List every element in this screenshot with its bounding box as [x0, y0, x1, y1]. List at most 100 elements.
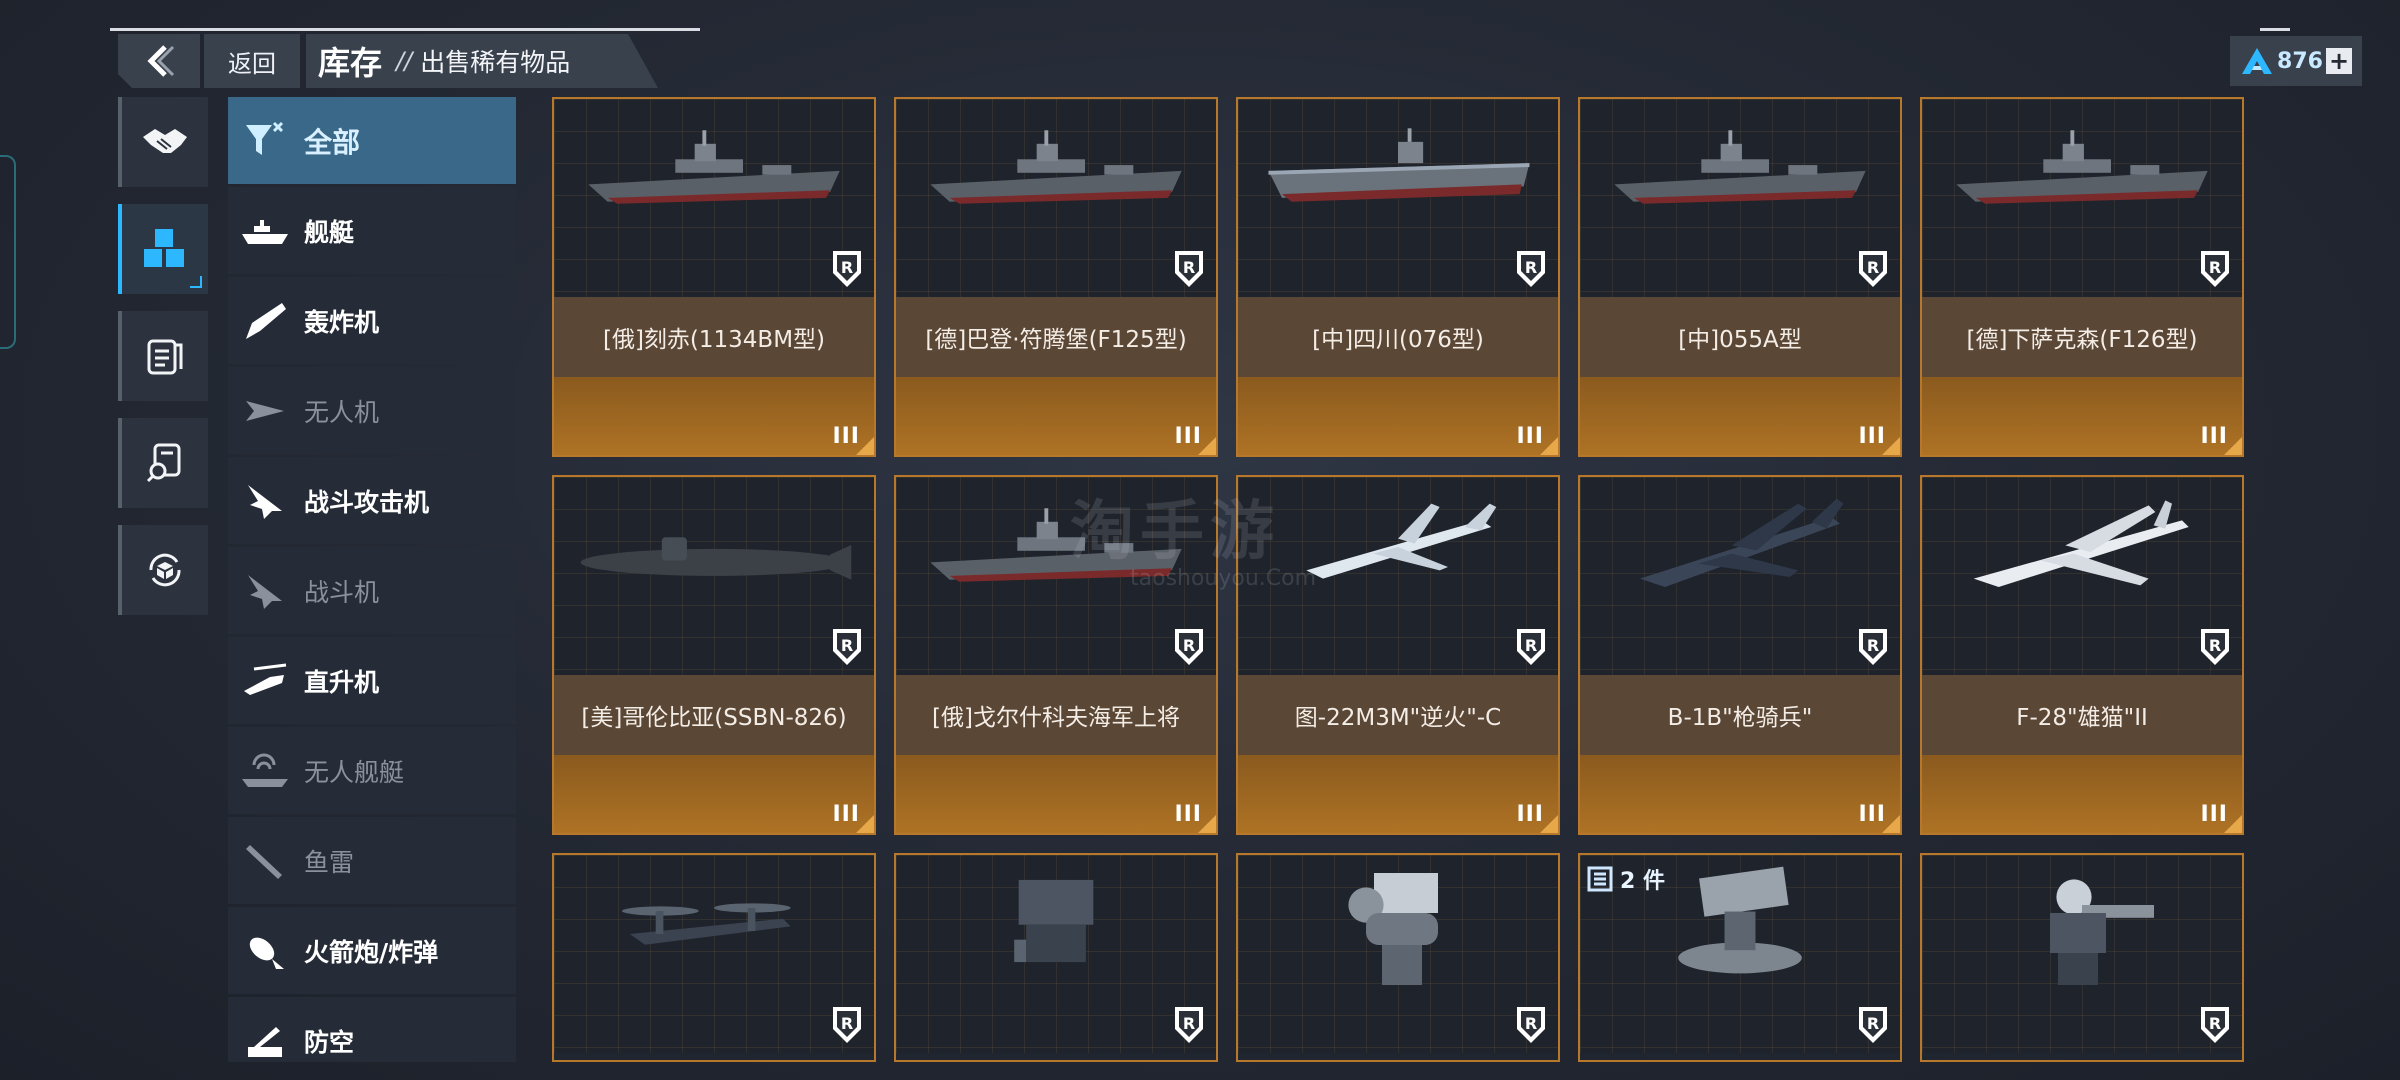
item-grid: R [俄]刻赤(1134BM型) III R [德]巴登·符腾堡(F125型) III R […: [552, 97, 2244, 1062]
item-card[interactable]: R [美]哥伦比亚(SSBN-826) III: [552, 475, 876, 835]
item-card[interactable]: R [中]055A型 III: [1578, 97, 1902, 457]
rail-inventory-button[interactable]: [118, 204, 208, 294]
corner-triangle: [852, 437, 874, 455]
item-image: R: [896, 99, 1216, 297]
back-button[interactable]: [118, 34, 200, 88]
svg-text:R: R: [1183, 636, 1195, 655]
page-title-block: 库存 // 出售稀有物品: [306, 34, 658, 88]
corner-triangle: [1536, 815, 1558, 833]
ship-model-icon: [896, 109, 1216, 225]
item-name-bar: B-1B"枪骑兵": [1580, 675, 1900, 755]
category-label: 战斗机: [304, 577, 380, 607]
tiltrotor-model-icon: [554, 865, 874, 980]
attack-jet-icon: [240, 481, 290, 521]
category-bombers[interactable]: 轰炸机: [228, 277, 516, 364]
item-card[interactable]: R [德]巴登·符腾堡(F125型) III: [894, 97, 1218, 457]
ship-model-icon: [1580, 109, 1900, 225]
rail-exchange-button[interactable]: [118, 525, 208, 615]
ship-model-icon: [1922, 109, 2242, 225]
category-label: 火箭炮/炸弹: [304, 937, 439, 967]
category-unmanned-boats[interactable]: 无人舰艇: [228, 727, 516, 814]
bomber-dark-model-icon: [1580, 487, 1900, 612]
item-name-bar: [中]055A型: [1580, 297, 1900, 377]
item-card[interactable]: R F-28"雄猫"II III: [1920, 475, 2244, 835]
item-image: R: [896, 855, 1216, 1053]
category-all[interactable]: 全部: [228, 97, 516, 184]
rail-trade-button[interactable]: [118, 97, 208, 187]
item-name-bar: [德]下萨克森(F126型): [1922, 297, 2242, 377]
svg-text:R: R: [2209, 258, 2221, 277]
svg-text:R: R: [1183, 258, 1195, 277]
item-footer: III: [1580, 377, 1900, 455]
category-label: 舰艇: [304, 217, 355, 247]
item-card[interactable]: R: [1236, 853, 1560, 1062]
torpedo-icon: [240, 841, 290, 881]
corner-triangle: [1536, 437, 1558, 455]
corner-triangle: [2220, 815, 2242, 833]
category-anti-air[interactable]: 防空: [228, 997, 516, 1062]
currency-a-icon: [2242, 48, 2272, 74]
category-label: 防空: [304, 1027, 355, 1057]
add-currency-button[interactable]: +: [2326, 48, 2352, 74]
category-label: 全部: [304, 125, 361, 159]
item-card[interactable]: R [俄]刻赤(1134BM型) III: [552, 97, 876, 457]
rarity-r-icon: R: [1859, 629, 1887, 665]
corner-triangle: [1194, 815, 1216, 833]
category-ships[interactable]: 舰艇: [228, 187, 516, 274]
item-footer: III: [1922, 377, 2242, 455]
item-name-bar: [中]四川(076型): [1238, 297, 1558, 377]
category-torpedoes[interactable]: 鱼雷: [228, 817, 516, 904]
corner-triangle: [1194, 437, 1216, 455]
category-drones[interactable]: 无人机: [228, 367, 516, 454]
item-image: R: [1580, 99, 1900, 297]
rarity-r-icon: R: [2201, 1007, 2229, 1043]
category-rockets-bombs[interactable]: 火箭炮/炸弹: [228, 907, 516, 994]
svg-text:R: R: [1183, 1014, 1195, 1033]
item-image: R: [1238, 855, 1558, 1053]
page-subtitle: 出售稀有物品: [420, 48, 571, 77]
item-card[interactable]: R B-1B"枪骑兵" III: [1578, 475, 1902, 835]
item-card[interactable]: R [中]四川(076型) III: [1236, 97, 1560, 457]
item-card[interactable]: R: [552, 853, 876, 1062]
item-count-label: 2 件: [1620, 869, 1665, 894]
svg-text:R: R: [2209, 636, 2221, 655]
page-title: 库存: [318, 44, 383, 82]
left-icon-rail: [118, 97, 210, 632]
item-card[interactable]: R [德]下萨克森(F126型) III: [1920, 97, 2244, 457]
svg-text:R: R: [2209, 1014, 2221, 1033]
item-name-bar: F-28"雄猫"II: [1922, 675, 2242, 755]
item-card[interactable]: R: [1920, 853, 2244, 1062]
item-footer: III: [554, 755, 874, 833]
header-top-line: [110, 28, 700, 31]
back-label: 返回: [228, 49, 276, 78]
item-image: R: [1238, 99, 1558, 297]
item-name: [俄]戈尔什科夫海军上将: [932, 705, 1180, 731]
rail-list-button[interactable]: [118, 311, 208, 401]
item-name: [俄]刻赤(1134BM型): [602, 327, 826, 353]
item-card[interactable]: R 图-22M3M"逆火"-C III: [1236, 475, 1560, 835]
launcher-model-icon: [896, 865, 1216, 977]
item-card[interactable]: R 2 件: [1578, 853, 1902, 1062]
item-card[interactable]: R: [894, 853, 1218, 1062]
item-name-bar: 图-22M3M"逆火"-C: [1238, 675, 1558, 755]
category-attack-fighters[interactable]: 战斗攻击机: [228, 457, 516, 544]
helicopter-icon: [240, 661, 290, 701]
rarity-r-icon: R: [833, 629, 861, 665]
currency-value: 876: [2277, 48, 2323, 74]
category-helicopters[interactable]: 直升机: [228, 637, 516, 724]
item-image: R: [1580, 477, 1900, 675]
rail-search-button[interactable]: [118, 418, 208, 508]
title-separator: //: [396, 47, 413, 75]
svg-text:R: R: [841, 1014, 853, 1033]
active-corner-mark: [190, 276, 202, 288]
item-name-bar: [德]巴登·符腾堡(F125型): [896, 297, 1216, 377]
item-footer: III: [1580, 755, 1900, 833]
watermark-sub: taoshouyou.Com: [1130, 566, 1317, 591]
category-fighters[interactable]: 战斗机: [228, 547, 516, 634]
item-footer: III: [1238, 755, 1558, 833]
rarity-r-icon: R: [2201, 251, 2229, 287]
back-label-button[interactable]: 返回: [204, 34, 300, 88]
corner-triangle: [1878, 437, 1900, 455]
svg-text:R: R: [841, 258, 853, 277]
side-edge-tab[interactable]: [0, 155, 16, 349]
